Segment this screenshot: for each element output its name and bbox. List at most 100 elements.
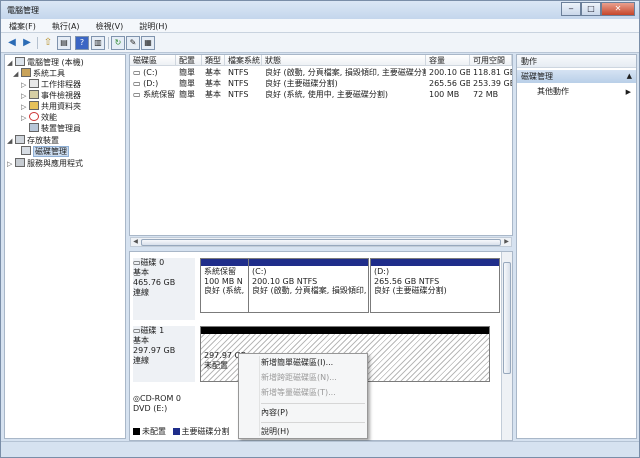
clock-icon (29, 79, 39, 88)
navigation-tree: ◢ 電腦管理 (本機) ◢ 系統工具 ▷ 工作排程器 ▷ 事件檢視器 ▷ 共用資料夾 ▷ 效… (4, 54, 126, 439)
menu-action[interactable]: 執行(A) (44, 19, 88, 32)
partition-size: 265.56 GB NTFS (374, 276, 440, 286)
tree-item-device-manager[interactable]: 裝置管理員 (29, 123, 81, 134)
column-header-layout[interactable]: 配置 (176, 55, 202, 66)
action-pane-icon[interactable]: ▥ (91, 36, 105, 50)
help-icon[interactable]: ? (75, 36, 89, 50)
disk-0-info[interactable]: ▭磁碟 0 基本 465.76 GB 連線 (133, 258, 195, 320)
volume-list: 磁碟區 配置 類型 檔案系統 狀態 容量 可用空間 ▭ (C:) 簡單 基本 N… (129, 54, 513, 236)
tree-item-shared-folders[interactable]: ▷ 共用資料夾 (21, 101, 81, 112)
capacity-cell: 200.10 GB (429, 68, 470, 77)
disk-name: CD-ROM 0 (139, 394, 182, 403)
expand-arrow-icon[interactable]: ▷ (7, 159, 15, 170)
collapse-arrow-icon[interactable]: ▲ (627, 70, 632, 83)
legend-label: 主要磁碟分割 (181, 427, 230, 436)
column-header-type[interactable]: 類型 (202, 55, 225, 66)
device-icon (29, 123, 39, 132)
column-header-status[interactable]: 狀態 (262, 55, 426, 66)
status-cell: 良好 (主要磁碟分割) (265, 79, 338, 88)
maximize-button[interactable]: □ (581, 2, 601, 16)
show-tree-icon[interactable]: ▤ (57, 36, 71, 50)
minimize-button[interactable]: ‒ (561, 2, 581, 16)
table-row[interactable]: ▭ 系統保留 簡單 基本 NTFS 良好 (系統, 使用中, 主要磁碟分割) 1… (130, 89, 512, 100)
disk-type: 基本 (133, 268, 149, 277)
partition-status: 良好 (主要磁碟分割) (374, 286, 447, 295)
export-icon[interactable]: ▦ (141, 36, 155, 50)
window: 電腦管理 ‒ □ ✕ 檔案(F) 執行(A) 檢視(V) 說明(H) ◀ ▶ ⇧… (0, 0, 640, 458)
tree-item-computer-management[interactable]: ◢ 電腦管理 (本機) (7, 57, 84, 68)
menu-view[interactable]: 檢視(V) (88, 19, 132, 32)
status-cell: 良好 (啟動, 分頁檔案, 損毀傾印, 主要磁碟分割) (265, 68, 426, 77)
scroll-thumb[interactable] (141, 239, 501, 246)
tree-item-storage[interactable]: ◢ 存放裝置 (7, 135, 59, 146)
expand-arrow-icon[interactable]: ◢ (7, 136, 15, 147)
horizontal-scrollbar[interactable]: ◀ ▶ (130, 237, 512, 247)
performance-icon (29, 112, 39, 121)
menu-bar: 檔案(F) 執行(A) 檢視(V) 說明(H) (1, 19, 639, 33)
disk-type: 基本 (133, 336, 149, 345)
partition-c[interactable]: (C:) 200.10 GB NTFS 良好 (啟動, 分頁檔案, 損毀傾印, … (248, 258, 369, 313)
volume-list-header: 磁碟區 配置 類型 檔案系統 狀態 容量 可用空間 (130, 55, 512, 66)
tree-item-performance[interactable]: ▷ 效能 (21, 112, 57, 123)
free-space-cell: 253.39 GB (473, 79, 512, 88)
menu-item-new-simple-volume[interactable]: 新增簡單磁碟區(I)... (261, 358, 333, 368)
capacity-cell: 265.56 GB (429, 79, 470, 88)
disk-status: 連線 (133, 356, 149, 365)
menu-item-new-spanned-volume: 新增跨距磁碟區(N)... (261, 373, 337, 382)
layout-cell: 簡單 (179, 68, 195, 77)
menu-separator (261, 403, 365, 404)
status-cell: 良好 (系統, 使用中, 主要磁碟分割) (265, 90, 388, 99)
refresh-icon[interactable]: ↻ (111, 36, 125, 50)
close-button[interactable]: ✕ (601, 2, 635, 16)
partition-system-reserved[interactable]: 系統保留 100 MB N 良好 (系統, (200, 258, 250, 313)
menu-file[interactable]: 檔案(F) (1, 19, 44, 32)
expand-arrow-icon[interactable]: ◢ (13, 69, 21, 80)
disk-status: 連線 (133, 288, 149, 297)
drive-icon: ▭ (133, 90, 144, 99)
disk-1-info[interactable]: ▭磁碟 1 基本 297.97 GB 連線 (133, 326, 195, 382)
menu-item-properties[interactable]: 內容(P) (261, 408, 288, 418)
tree-item-disk-management[interactable]: 磁碟管理 (21, 146, 69, 157)
properties-icon[interactable]: ✎ (126, 36, 140, 50)
layout-cell: 簡單 (179, 79, 195, 88)
drive-icon: ▭ (133, 68, 144, 77)
menu-item-help[interactable]: 說明(H) (261, 427, 289, 437)
expand-arrow-icon[interactable]: ▷ (21, 113, 29, 124)
tree-item-task-scheduler[interactable]: ▷ 工作排程器 (21, 79, 81, 90)
menu-item-new-striped-volume: 新增等量磁碟區(T)... (261, 388, 336, 397)
menu-help[interactable]: 說明(H) (131, 19, 175, 32)
up-folder-icon[interactable]: ⇧ (41, 36, 55, 50)
storage-icon (15, 135, 25, 144)
volume-name-cell: ▭ 系統保留 (133, 90, 176, 99)
tree-item-system-tools[interactable]: ◢ 系統工具 (13, 68, 65, 79)
type-cell: 基本 (205, 90, 221, 99)
actions-pane: 動作 磁碟管理 ▲ 其他動作 ▶ (516, 54, 637, 439)
scroll-thumb[interactable] (503, 262, 511, 374)
event-icon (29, 90, 39, 99)
context-menu: 新增簡單磁碟區(I)... 新增跨距磁碟區(N)... 新增等量磁碟區(T)..… (238, 353, 368, 439)
table-row[interactable]: ▭ (D:) 簡單 基本 NTFS 良好 (主要磁碟分割) 265.56 GB … (130, 78, 512, 89)
column-header-free-space[interactable]: 可用空間 (470, 55, 512, 66)
table-row[interactable]: ▭ (C:) 簡單 基本 NTFS 良好 (啟動, 分頁檔案, 損毀傾印, 主要… (130, 67, 512, 78)
action-more-actions[interactable]: 其他動作 ▶ (537, 87, 635, 97)
column-header-file-system[interactable]: 檔案系統 (225, 55, 262, 66)
partition-size: 200.10 GB NTFS (252, 276, 318, 286)
cdrom-icon: ◎ (133, 394, 140, 403)
actions-section-disk-management[interactable]: 磁碟管理 ▲ (517, 70, 636, 83)
disk-icon: ▭ (133, 258, 141, 267)
disk-icon (21, 146, 31, 155)
partition-d[interactable]: (D:) 265.56 GB NTFS 良好 (主要磁碟分割) (370, 258, 500, 313)
legend: 未配置 主要磁碟分割 (133, 427, 230, 437)
back-icon[interactable]: ◀ (5, 36, 19, 50)
tree-item-services-applications[interactable]: ▷ 服務與應用程式 (7, 158, 83, 169)
partition-size: 100 MB N (204, 276, 243, 286)
scroll-left-icon[interactable]: ◀ (131, 238, 140, 246)
tree-item-event-viewer[interactable]: ▷ 事件檢視器 (21, 90, 81, 101)
window-controls: ‒ □ ✕ (561, 2, 635, 16)
forward-icon[interactable]: ▶ (20, 36, 34, 50)
cdrom-0-info[interactable]: ◎CD-ROM 0 DVD (E:) (133, 394, 195, 420)
column-header-volume[interactable]: 磁碟區 (130, 55, 176, 66)
scroll-right-icon[interactable]: ▶ (502, 238, 511, 246)
vertical-scrollbar[interactable] (501, 252, 512, 440)
column-header-capacity[interactable]: 容量 (426, 55, 470, 66)
